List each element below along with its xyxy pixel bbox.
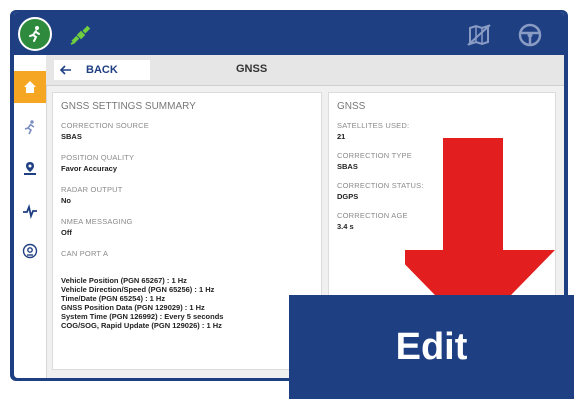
gear-badge-icon <box>22 243 38 259</box>
nmea-messaging-label: NMEA MESSAGING <box>61 217 133 226</box>
page-title: GNSS <box>236 63 268 75</box>
position-quality-value: Favor Accuracy <box>61 164 118 173</box>
edit-banner[interactable]: Edit <box>289 295 574 399</box>
list-item: COG/SOG, Rapid Update (PGN 129026) : 1 H… <box>61 321 222 330</box>
pulse-icon <box>23 203 37 219</box>
gnss-heading: GNSS <box>337 101 366 112</box>
list-item: Vehicle Position (PGN 65267) : 1 Hz <box>61 276 187 285</box>
radar-output-label: RADAR OUTPUT <box>61 185 123 194</box>
correction-source-label: CORRECTION SOURCE <box>61 121 149 130</box>
can-port-list: Vehicle Position (PGN 65267) : 1 Hz Vehi… <box>61 276 313 330</box>
sidebar-item-home[interactable] <box>14 71 46 103</box>
satellite-icon[interactable] <box>69 24 93 46</box>
running-person-icon <box>24 120 35 135</box>
list-item: Vehicle Direction/Speed (PGN 65256) : 1 … <box>61 285 215 294</box>
summary-heading: GNSS SETTINGS SUMMARY <box>61 101 196 112</box>
list-item: Time/Date (PGN 65254) : 1 Hz <box>61 294 166 303</box>
nmea-messaging-value: Off <box>61 228 72 237</box>
top-bar <box>14 12 564 55</box>
correction-source-value: SBAS <box>61 132 82 141</box>
sidebar-item-guidance[interactable] <box>14 111 46 143</box>
list-item: GNSS Position Data (PGN 129029) : 1 Hz <box>61 303 205 312</box>
list-item: System Time (PGN 126992) : Every 5 secon… <box>61 312 224 321</box>
position-quality-label: POSITION QUALITY <box>61 153 135 162</box>
back-button[interactable]: BACK <box>54 60 150 80</box>
map-off-icon[interactable] <box>466 24 492 46</box>
nav-bar: BACK GNSS <box>46 55 564 86</box>
satellites-used-label: SATELLITES USED: <box>337 121 410 130</box>
running-person-icon[interactable] <box>18 17 52 51</box>
location-icon <box>24 162 36 175</box>
radar-output-value: No <box>61 196 71 205</box>
steering-wheel-icon[interactable] <box>518 23 542 47</box>
arrow-left-icon <box>60 65 71 75</box>
back-label: BACK <box>86 64 118 76</box>
edit-label: Edit <box>395 325 468 368</box>
sidebar <box>14 55 47 378</box>
sidebar-item-settings[interactable] <box>14 235 46 267</box>
gnss-settings-summary-panel: GNSS SETTINGS SUMMARY CORRECTION SOURCE … <box>52 92 322 370</box>
sidebar-item-diagnostics[interactable] <box>14 195 46 227</box>
sidebar-item-location[interactable] <box>14 153 46 185</box>
home-icon <box>24 81 36 93</box>
can-port-label: CAN PORT A <box>61 249 109 258</box>
